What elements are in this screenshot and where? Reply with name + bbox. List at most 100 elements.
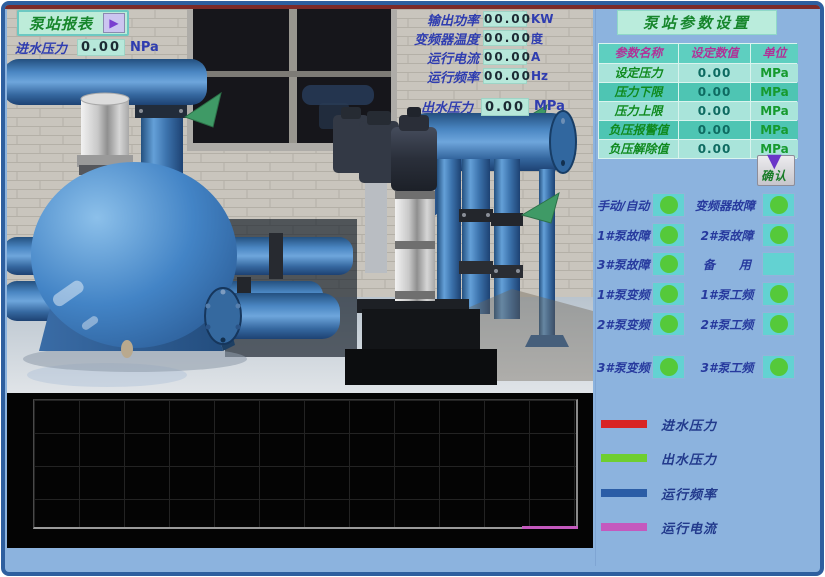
status-led-pump1-fault: [652, 223, 685, 247]
metric-value: 00.00: [483, 30, 527, 46]
legend-label-outlet: 出水压力: [661, 449, 717, 468]
outlet-pressure-value: 0.00: [481, 98, 529, 116]
legend-label-inlet: 进水压力: [661, 415, 717, 434]
hmi-screen: 泵站报表 ▶ 进水压力 0.00 NPa 输出功率 00.00 KW 变频器温度…: [0, 0, 825, 577]
status-led-pump2-vfd: [652, 312, 685, 336]
legend-swatch-current: [601, 523, 647, 531]
trend-plot-area: [33, 399, 578, 529]
metric-label: 输出功率: [353, 10, 479, 29]
outlet-pressure-readout: 出水压力 0.00 MPa: [421, 97, 565, 116]
led-circle: [660, 285, 678, 303]
status-led-pump1-line: [762, 282, 795, 306]
legend-label-frequency: 运行频率: [661, 484, 717, 503]
status-label-spare: 备 用: [691, 256, 763, 273]
outlet-pressure-unit: MPa: [534, 99, 565, 114]
led-circle: [660, 255, 678, 273]
led-circle: [660, 196, 678, 214]
param-name: 压力下限: [599, 83, 678, 101]
legend-item: 出水压力: [597, 451, 717, 465]
confirm-button[interactable]: ▼ 确认: [757, 155, 795, 186]
param-value[interactable]: 0.00: [679, 64, 750, 82]
param-value[interactable]: 0.00: [679, 121, 750, 139]
param-name: 负压报警值: [599, 121, 678, 139]
legend-swatch-outlet: [601, 454, 647, 462]
settings-table: 参数名称 设定数值 单位 设定压力 0.00 MPa 压力下限 0.00 MPa…: [598, 43, 797, 159]
metric-value: 00.00: [483, 49, 527, 65]
status-row: 1#泵变频 1#泵工频: [595, 282, 800, 307]
param-value[interactable]: 0.00: [679, 83, 750, 101]
inlet-pressure-unit: NPa: [130, 40, 159, 55]
param-unit: MPa: [751, 121, 798, 139]
status-row: 手动/自动 变频器故障: [595, 193, 800, 218]
trend-chart: [7, 393, 593, 548]
status-label-pump2-line: 2#泵工频: [691, 316, 763, 333]
legend-swatch-frequency: [601, 489, 647, 497]
status-label-manual-auto: 手动/自动: [597, 197, 649, 214]
status-label-pump3-line: 3#泵工频: [691, 359, 763, 376]
status-label-pump2-fault: 2#泵故障: [691, 227, 763, 244]
status-label-pump1-line: 1#泵工频: [691, 286, 763, 303]
led-circle: [660, 358, 678, 376]
status-row: 2#泵变频 2#泵工频: [595, 312, 800, 337]
param-unit: MPa: [751, 102, 798, 120]
metric-row: 输出功率 00.00 KW: [353, 11, 559, 27]
play-icon: ▶: [103, 13, 125, 33]
status-row: 3#泵变频 3#泵工频: [595, 355, 800, 380]
top-accent-line: [5, 5, 820, 9]
inlet-pressure-value: 0.00: [77, 39, 125, 56]
led-circle: [770, 358, 788, 376]
param-unit: MPa: [751, 64, 798, 82]
metric-label: 变频器温度: [353, 29, 479, 48]
param-unit: MPa: [751, 83, 798, 101]
status-led-manual-auto: [652, 193, 685, 217]
metric-unit: KW: [531, 12, 559, 26]
param-name: 设定压力: [599, 64, 678, 82]
status-led-pump1-vfd: [652, 282, 685, 306]
param-name: 负压解除值: [599, 140, 678, 158]
metric-label: 运行频率: [353, 67, 479, 86]
metric-label: 运行电流: [353, 48, 479, 67]
legend-item: 运行电流: [597, 520, 717, 534]
metric-unit: Hz: [531, 69, 559, 83]
inlet-pressure-label: 进水压力: [15, 38, 77, 57]
report-button[interactable]: 泵站报表 ▶: [17, 10, 129, 36]
metric-row: 运行电流 00.00 A: [353, 49, 559, 65]
main-frame: 泵站报表 ▶ 进水压力 0.00 NPa 输出功率 00.00 KW 变频器温度…: [1, 1, 824, 576]
settings-title: 泵站参数设置: [617, 10, 777, 35]
led-circle: [660, 315, 678, 333]
status-led-vfd-fault: [762, 193, 795, 217]
status-led-pump3-fault: [652, 252, 685, 276]
legend-label-current: 运行电流: [661, 518, 717, 537]
led-circle: [770, 315, 788, 333]
status-led-spare: [762, 252, 795, 276]
metric-value: 00.00: [483, 68, 527, 84]
inlet-pressure-readout: 进水压力 0.00 NPa: [15, 38, 159, 57]
status-label-vfd-fault: 变频器故障: [687, 197, 763, 214]
param-name: 压力上限: [599, 102, 678, 120]
confirm-label: 确认: [761, 167, 787, 184]
status-led-pump3-vfd: [652, 355, 685, 379]
report-button-label: 泵站报表: [19, 13, 103, 34]
legend-item: 运行频率: [597, 486, 717, 500]
metric-readouts: 输出功率 00.00 KW 变频器温度 00.00 度 运行电流 00.00 A…: [353, 11, 559, 87]
param-value[interactable]: 0.00: [679, 102, 750, 120]
param-value[interactable]: 0.00: [679, 140, 750, 158]
led-circle: [770, 285, 788, 303]
led-circle: [770, 226, 788, 244]
legend-swatch-inlet: [601, 420, 647, 428]
front-pipe: [205, 288, 340, 344]
current-trace: [522, 526, 578, 529]
col-header-unit: 单位: [751, 44, 798, 63]
metric-value: 00.00: [483, 11, 527, 27]
metric-unit: A: [531, 50, 559, 64]
status-label-pump1-fault: 1#泵故障: [597, 227, 650, 244]
col-header-name: 参数名称: [599, 44, 678, 63]
outlet-pressure-label: 出水压力: [421, 97, 479, 116]
status-row: 1#泵故障 2#泵故障: [595, 223, 800, 248]
status-led-pump2-line: [762, 312, 795, 336]
status-led-pump2-fault: [762, 223, 795, 247]
status-label-pump3-vfd: 3#泵变频: [597, 359, 650, 376]
led-circle: [770, 196, 788, 214]
metric-unit: 度: [531, 30, 559, 47]
status-row: 3#泵故障 备 用: [595, 252, 800, 277]
